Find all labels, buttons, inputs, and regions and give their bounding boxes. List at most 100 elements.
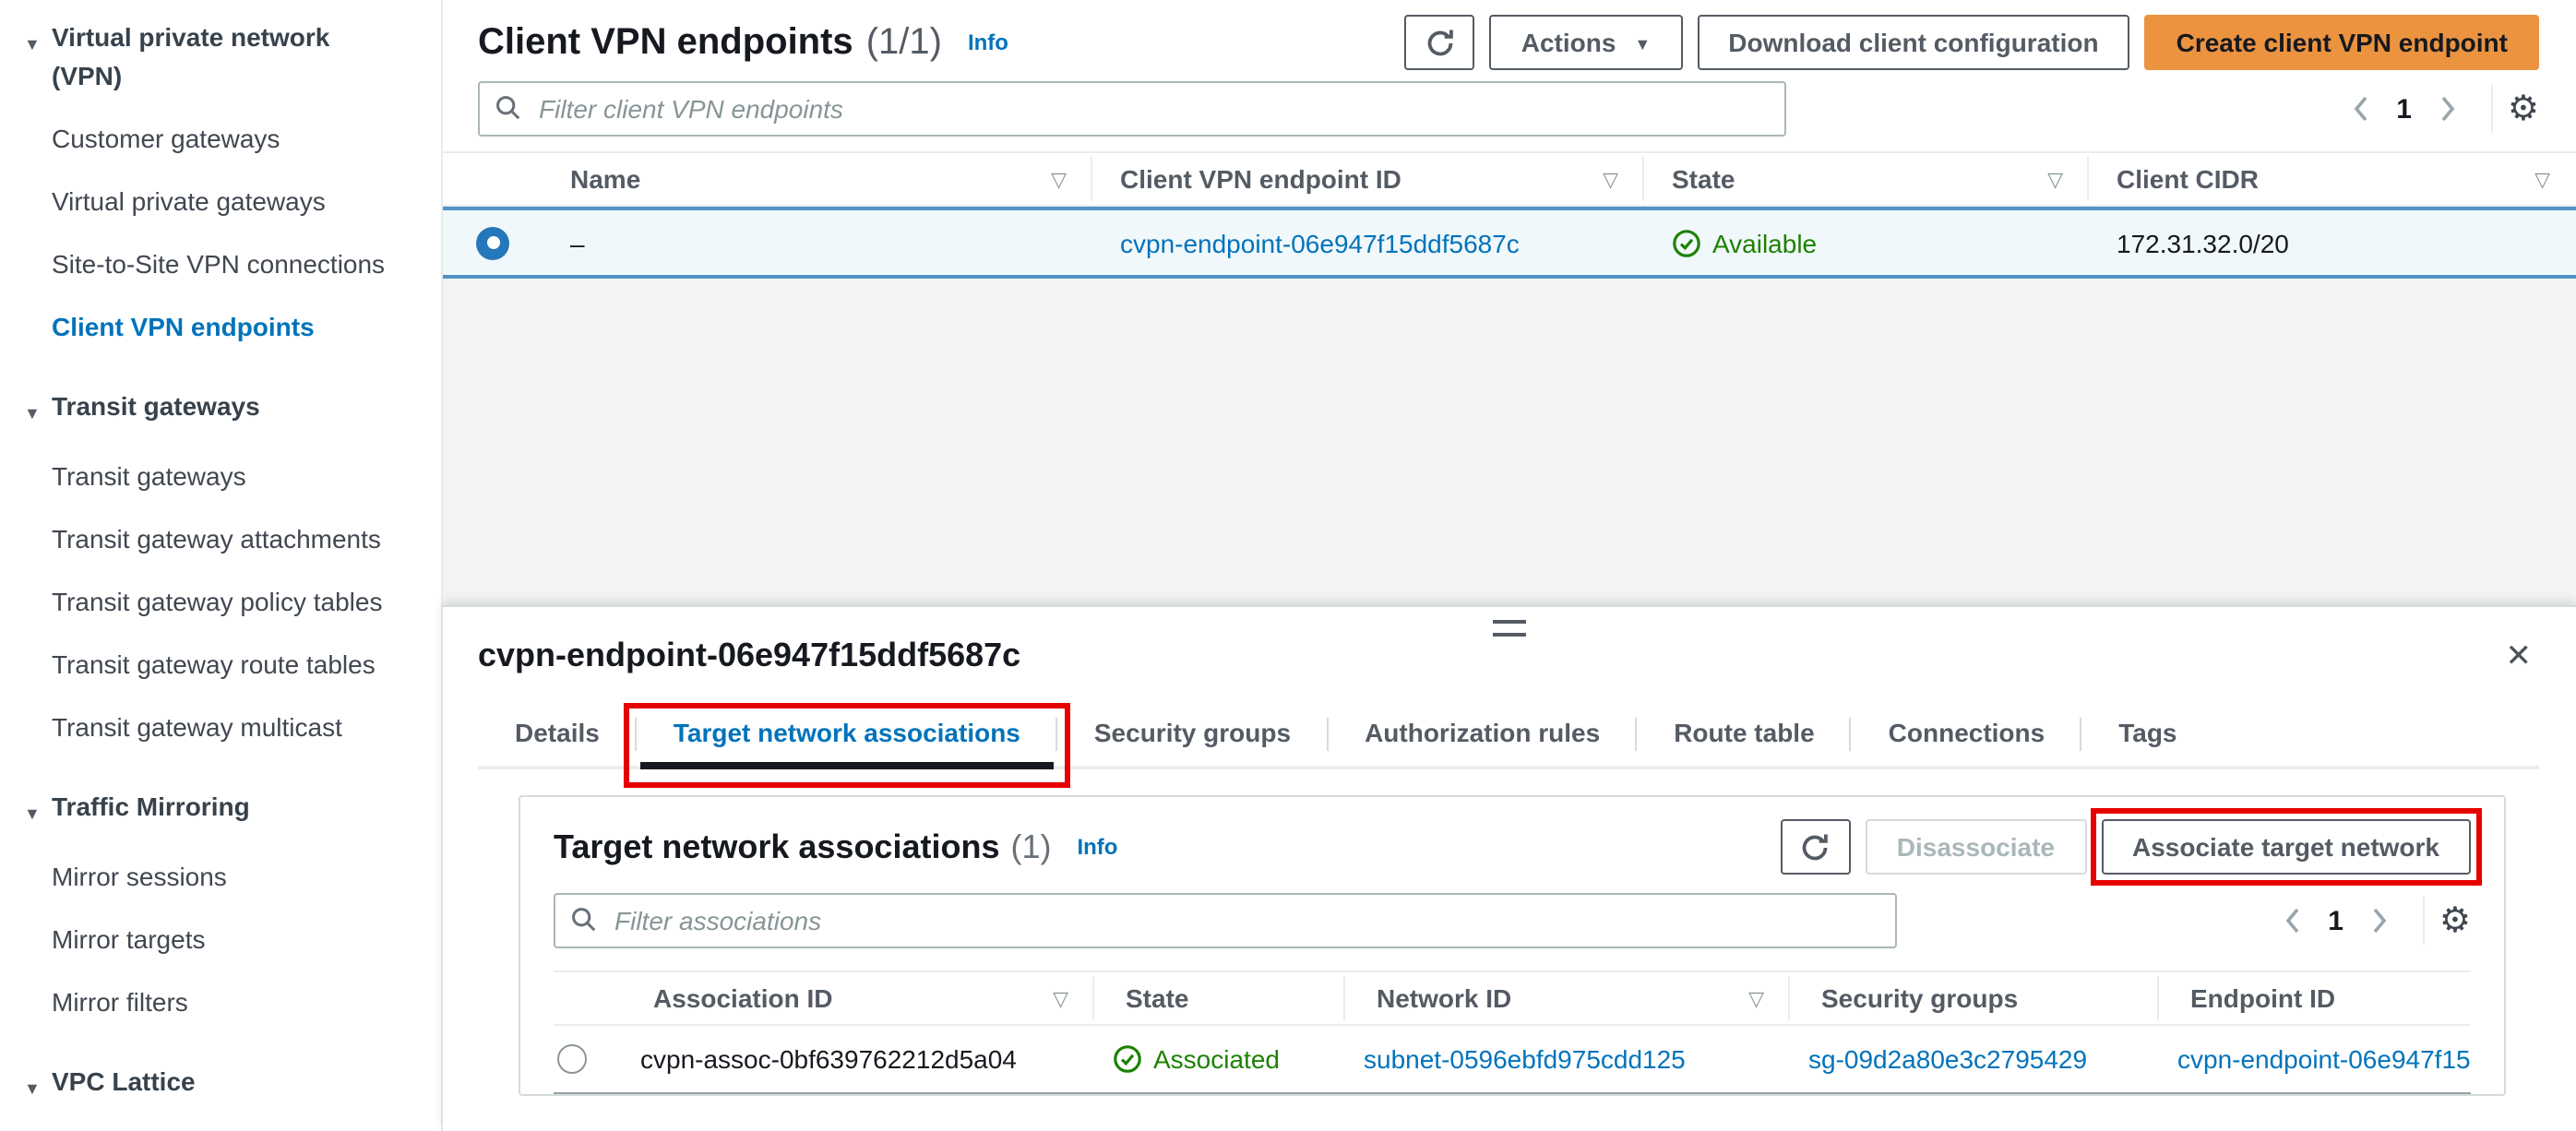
column-header-state[interactable]: State ▽ <box>1644 153 2089 205</box>
actions-label: Actions <box>1521 28 1616 57</box>
column-header-name[interactable]: Name ▽ <box>543 153 1092 205</box>
collapse-caret-icon: ▼ <box>24 1079 41 1098</box>
column-label: Client VPN endpoint ID <box>1120 164 1401 194</box>
sidebar-item-client-vpn-endpoints[interactable]: Client VPN endpoints <box>0 308 428 347</box>
list-filter-row: 1 ⚙ <box>443 70 2576 137</box>
tab-route-table[interactable]: Route table <box>1637 707 1853 766</box>
sidebar-item-transit-gateways[interactable]: Transit gateways <box>0 458 428 496</box>
create-client-vpn-endpoint-button[interactable]: Create client VPN endpoint <box>2144 15 2539 70</box>
previous-page-button[interactable] <box>2335 96 2385 122</box>
sidebar-section-header-transit[interactable]: ▼ Transit gateways <box>0 387 441 434</box>
associations-card: Target network associations (1) Info Dis… <box>519 795 2506 1096</box>
main-content: Client VPN endpoints (1/1) Info Actions … <box>443 0 2576 1131</box>
endpoints-table: Name ▽ Client VPN endpoint ID ▽ State ▽ … <box>443 151 2576 279</box>
column-label: Endpoint ID <box>2190 983 2336 1013</box>
sort-icon: ▽ <box>1748 988 1764 1010</box>
row-radio-selected[interactable] <box>476 226 509 259</box>
associate-target-network-button[interactable]: Associate target network <box>2101 819 2471 875</box>
disassociate-button[interactable]: Disassociate <box>1865 819 2086 875</box>
sidebar-item-mirror-targets[interactable]: Mirror targets <box>0 921 428 959</box>
endpoint-id-link[interactable]: cvpn-endpoint-06e947f15ddf5687c <box>1120 228 1520 257</box>
refresh-button[interactable] <box>1404 15 1475 70</box>
cell-state: Available <box>1644 228 2089 257</box>
detail-panel: cvpn-endpoint-06e947f15ddf5687c ✕ Detail… <box>443 605 2576 1131</box>
table-row[interactable]: – cvpn-endpoint-06e947f15ddf5687c Availa… <box>443 207 2576 279</box>
list-pagination: 1 ⚙ <box>2335 85 2539 133</box>
info-link[interactable]: Info <box>1077 834 1117 860</box>
tab-security-groups[interactable]: Security groups <box>1057 707 1328 766</box>
tab-tags[interactable]: Tags <box>2081 707 2213 766</box>
column-header-endpoint-id[interactable]: Endpoint ID <box>2159 972 2471 1024</box>
settings-gear-icon[interactable]: ⚙ <box>2439 902 2471 939</box>
settings-gear-icon[interactable]: ⚙ <box>2508 90 2539 127</box>
sidebar-item-mirror-sessions[interactable]: Mirror sessions <box>0 858 428 897</box>
column-header-state[interactable]: State <box>1094 972 1345 1024</box>
network-id-link[interactable]: subnet-0596ebfd975cdd125 <box>1364 1044 1686 1074</box>
page-title: Client VPN endpoints <box>478 21 853 62</box>
sort-icon: ▽ <box>1053 988 1068 1010</box>
refresh-icon <box>1427 29 1453 55</box>
sidebar-section-header-mirroring[interactable]: ▼ Traffic Mirroring <box>0 788 441 834</box>
search-icon <box>496 96 520 120</box>
sidebar-section-label: Traffic Mirroring <box>52 792 250 821</box>
previous-page-button[interactable] <box>2267 908 2317 934</box>
associations-card-header: Target network associations (1) Info Dis… <box>554 808 2482 886</box>
actions-dropdown-button[interactable]: Actions ▼ <box>1489 15 1683 70</box>
sidebar-section-header-vpc-lattice[interactable]: ▼ VPC Lattice <box>0 1063 441 1109</box>
sidebar-section-transit-gateways: ▼ Transit gateways Transit gateways Tran… <box>0 387 441 747</box>
refresh-button[interactable] <box>1780 819 1851 875</box>
sidebar-item-transit-gateway-attachments[interactable]: Transit gateway attachments <box>0 520 428 559</box>
status-label: Available <box>1712 228 1818 257</box>
sidebar-item-transit-gateway-route-tables[interactable]: Transit gateway route tables <box>0 646 428 685</box>
column-header-endpoint-id[interactable]: Client VPN endpoint ID ▽ <box>1092 153 1644 205</box>
sidebar: ▼ Virtual private network (VPN) Customer… <box>0 0 443 1131</box>
column-label: State <box>1126 983 1189 1013</box>
page-number[interactable]: 1 <box>2385 93 2423 125</box>
chevron-down-icon: ▼ <box>1634 34 1652 53</box>
tab-target-network-associations[interactable]: Target network associations <box>623 703 1070 788</box>
associations-filter-input[interactable] <box>554 893 1897 948</box>
download-client-configuration-button[interactable]: Download client configuration <box>1697 15 2130 70</box>
column-label: Client CIDR <box>2117 164 2259 194</box>
sidebar-section-traffic-mirroring: ▼ Traffic Mirroring Mirror sessions Mirr… <box>0 788 441 1022</box>
resource-count: (1/1) <box>865 21 942 62</box>
sidebar-item-transit-gateway-policy-tables[interactable]: Transit gateway policy tables <box>0 583 428 622</box>
cell-endpoint-id: cvpn-endpoint-06e947f15ddf5687c <box>1092 228 1644 257</box>
security-group-link[interactable]: sg-09d2a80e3c2795429 <box>1808 1044 2087 1074</box>
column-header-network-id[interactable]: Network ID ▽ <box>1345 972 1790 1024</box>
associate-button-wrap: Associate target network <box>2090 808 2482 886</box>
list-header: Client VPN endpoints (1/1) Info Actions … <box>443 0 2576 70</box>
sort-icon: ▽ <box>1603 169 1618 191</box>
next-page-button[interactable] <box>2423 96 2473 122</box>
info-link[interactable]: Info <box>968 30 1008 55</box>
sidebar-section-label: Virtual private network (VPN) <box>52 22 330 90</box>
cell-state: Associated <box>1081 1044 1332 1074</box>
panel-drag-handle-icon[interactable] <box>1493 620 1526 637</box>
column-header-security-groups[interactable]: Security groups <box>1790 972 2159 1024</box>
row-radio-unselected[interactable] <box>557 1044 587 1074</box>
column-header-association-id[interactable]: Association ID ▽ <box>603 972 1094 1024</box>
sidebar-section-header-vpn[interactable]: ▼ Virtual private network (VPN) <box>0 18 441 96</box>
tab-authorization-rules[interactable]: Authorization rules <box>1328 707 1637 766</box>
tab-details[interactable]: Details <box>478 707 637 766</box>
sort-icon: ▽ <box>2534 169 2550 191</box>
tab-connections[interactable]: Connections <box>1852 707 2082 766</box>
next-page-button[interactable] <box>2355 908 2404 934</box>
sidebar-item-customer-gateways[interactable]: Customer gateways <box>0 120 428 159</box>
table-row[interactable]: cvpn-assoc-0bf639762212d5a04 Associated … <box>554 1026 2471 1094</box>
endpoint-filter <box>478 81 1786 137</box>
sort-icon: ▽ <box>2047 169 2063 191</box>
page-number[interactable]: 1 <box>2317 905 2355 936</box>
column-header-client-cidr[interactable]: Client CIDR ▽ <box>2089 153 2576 205</box>
sidebar-item-virtual-private-gateways[interactable]: Virtual private gateways <box>0 183 428 221</box>
endpoint-id-link[interactable]: cvpn-endpoint-06e947f15ddf5687c <box>2177 1044 2471 1074</box>
cell-association-id: cvpn-assoc-0bf639762212d5a04 <box>640 1044 1017 1074</box>
sidebar-item-site-to-site-vpn[interactable]: Site-to-Site VPN connections <box>0 245 428 284</box>
associations-count: (1) <box>1010 827 1052 864</box>
sidebar-item-transit-gateway-multicast[interactable]: Transit gateway multicast <box>0 708 428 747</box>
close-icon[interactable]: ✕ <box>2498 637 2540 675</box>
detail-tabs: Details Target network associations Secu… <box>478 703 2539 788</box>
endpoint-filter-input[interactable] <box>478 81 1786 137</box>
status-label: Associated <box>1153 1044 1280 1074</box>
sidebar-item-mirror-filters[interactable]: Mirror filters <box>0 983 428 1022</box>
